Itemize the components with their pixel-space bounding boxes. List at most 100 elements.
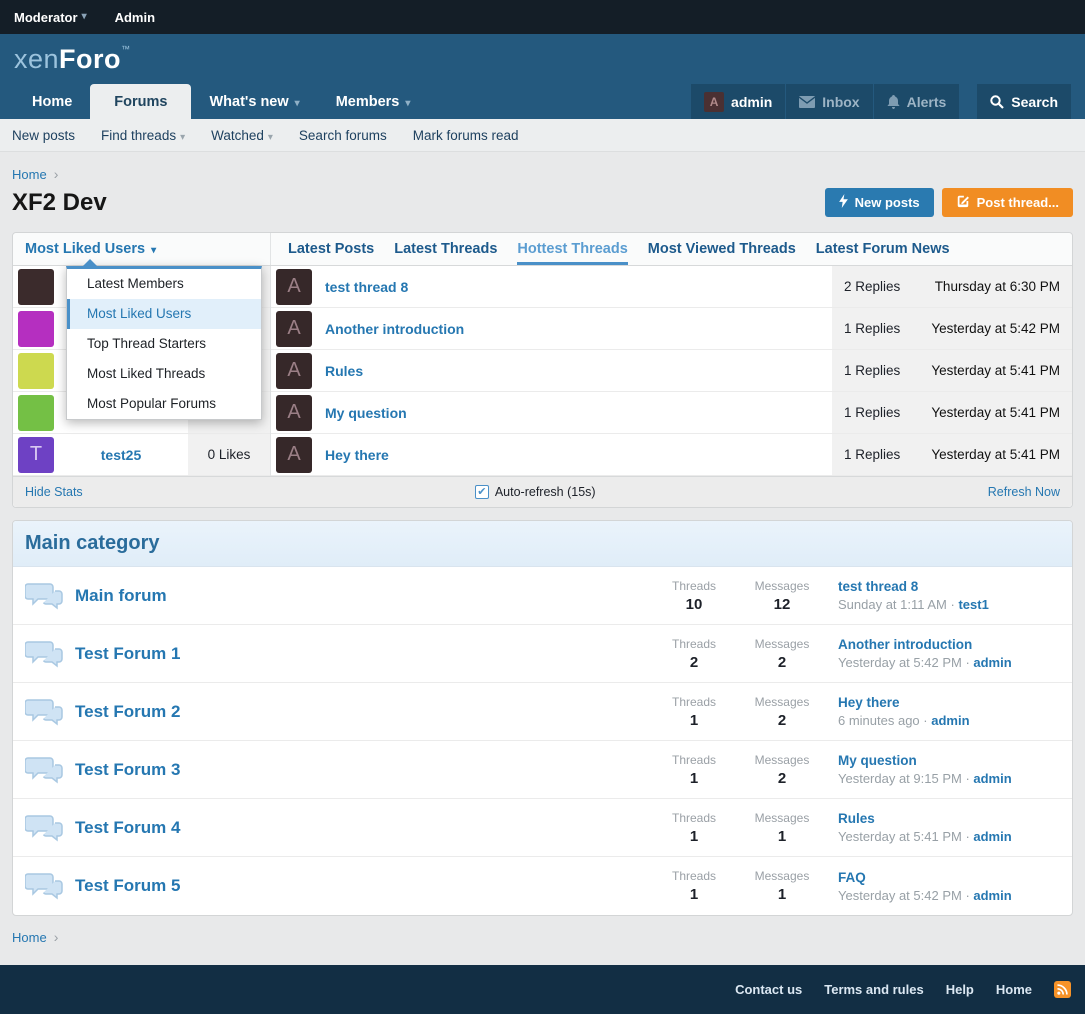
menu-item-latest-members[interactable]: Latest Members (67, 269, 261, 299)
forum-bubbles-icon (25, 581, 65, 611)
breadcrumb-home-link[interactable]: Home (12, 930, 47, 945)
forum-bubbles-icon (25, 639, 65, 669)
menu-item-most-popular-forums[interactable]: Most Popular Forums (67, 389, 261, 419)
threads-label: Threads (671, 694, 717, 709)
forums-subnav: New posts Find threads Watched Search fo… (0, 119, 1085, 152)
tab-most-viewed-threads[interactable]: Most Viewed Threads (648, 233, 796, 265)
last-post-title[interactable]: My question (838, 753, 1060, 768)
last-post-user[interactable]: test1 (958, 597, 988, 612)
last-post-user[interactable]: admin (973, 655, 1011, 670)
member-avatar[interactable] (18, 352, 54, 389)
inbox-menu[interactable]: Inbox (786, 84, 873, 119)
member-username[interactable]: test25 (54, 447, 188, 463)
member-avatar[interactable] (18, 268, 54, 305)
tab-hottest-threads-label: Hottest Threads (517, 241, 628, 257)
subnav-mark-forums-read-label: Mark forums read (412, 127, 519, 143)
forum-link[interactable]: Test Forum 3 (75, 760, 180, 780)
post-thread-button[interactable]: Post thread... (941, 188, 1073, 217)
subnav-search-forums[interactable]: Search forums (299, 128, 387, 143)
admin-link[interactable]: Admin (115, 10, 155, 25)
last-post-title[interactable]: test thread 8 (838, 579, 1060, 594)
last-post-title[interactable]: Another introduction (838, 637, 1060, 652)
thread-row: A Hey there 1 Replies Yesterday at 5:41 P… (271, 434, 1072, 476)
breadcrumb-bottom: Home (12, 929, 1073, 945)
thread-author-avatar[interactable]: A (276, 436, 312, 473)
subnav-new-posts[interactable]: New posts (12, 128, 75, 143)
thread-title[interactable]: test thread 8 (325, 279, 408, 295)
member-avatar[interactable] (18, 310, 54, 347)
new-posts-button[interactable]: New posts (824, 188, 934, 217)
tab-latest-forum-news-label: Latest Forum News (815, 241, 950, 257)
messages-label: Messages (754, 636, 810, 651)
nav-tab-forums[interactable]: Forums (90, 84, 192, 119)
last-post-title[interactable]: Hey there (838, 695, 1060, 710)
nav-tab-home[interactable]: Home (14, 84, 90, 119)
thread-author-avatar[interactable]: A (276, 352, 312, 389)
menu-item-most-liked-users[interactable]: Most Liked Users (67, 299, 261, 329)
thread-replies: 2 Replies (844, 279, 901, 294)
thread-replies: 1 Replies (844, 363, 901, 378)
account-menu[interactable]: A admin (691, 84, 786, 119)
last-post-user[interactable]: admin (931, 713, 969, 728)
breadcrumb-home-link[interactable]: Home (12, 167, 47, 182)
forum-link[interactable]: Test Forum 4 (75, 818, 180, 838)
member-avatar[interactable]: T (18, 436, 54, 473)
last-post-user[interactable]: admin (973, 771, 1011, 786)
nav-tab-whats-new[interactable]: What's new (191, 84, 317, 119)
thread-row: A Rules 1 Replies Yesterday at 5:41 PM (271, 350, 1072, 392)
tab-latest-posts[interactable]: Latest Posts (288, 233, 374, 265)
last-post-time: Sunday at 1:11 AM (838, 597, 958, 612)
search-button[interactable]: Search (977, 84, 1071, 119)
tab-latest-forum-news[interactable]: Latest Forum News (816, 233, 950, 265)
chevron-down-icon (268, 128, 273, 143)
last-post-user[interactable]: admin (973, 888, 1011, 903)
thread-title[interactable]: Another introduction (325, 321, 464, 337)
member-avatar[interactable] (18, 394, 54, 431)
hide-stats-link[interactable]: Hide Stats (25, 485, 83, 499)
moderator-menu[interactable]: Moderator (14, 10, 87, 25)
footer-home[interactable]: Home (996, 982, 1032, 997)
thread-replies: 1 Replies (844, 405, 901, 420)
footer-help[interactable]: Help (946, 982, 974, 997)
thread-author-avatar[interactable]: A (276, 394, 312, 431)
chevron-right-icon (54, 166, 59, 182)
thread-title[interactable]: Hey there (325, 447, 389, 463)
forum-link[interactable]: Test Forum 1 (75, 644, 180, 664)
subnav-watched[interactable]: Watched (211, 128, 273, 143)
thread-title[interactable]: My question (325, 405, 407, 421)
thread-title[interactable]: Rules (325, 363, 363, 379)
subnav-mark-forums-read[interactable]: Mark forums read (413, 128, 519, 143)
alerts-menu[interactable]: Alerts (873, 84, 960, 119)
category-title[interactable]: Main category (13, 521, 1072, 567)
last-post-title[interactable]: Rules (838, 811, 1060, 826)
messages-label: Messages (754, 578, 810, 593)
tab-hottest-threads[interactable]: Hottest Threads (517, 233, 628, 265)
tab-latest-threads-label: Latest Threads (394, 241, 498, 257)
auto-refresh-checkbox[interactable] (474, 485, 489, 499)
forum-link[interactable]: Test Forum 2 (75, 702, 180, 722)
breadcrumb: Home (12, 166, 1073, 182)
forum-link[interactable]: Test Forum 5 (75, 876, 180, 896)
thread-author-avatar[interactable]: A (276, 310, 312, 347)
footer-terms-and-rules[interactable]: Terms and rules (824, 982, 923, 997)
menu-item-top-thread-starters[interactable]: Top Thread Starters (67, 329, 261, 359)
thread-author-avatar[interactable]: A (276, 268, 312, 305)
subnav-find-threads-label: Find threads (101, 127, 177, 143)
threads-count: 1 (689, 886, 699, 903)
thread-row: A Another introduction 1 Replies Yesterda… (271, 308, 1072, 350)
forum-row: Test Forum 4 Threads 1 Messages 1 Rules Ye… (13, 799, 1072, 857)
alerts-menu-label: Alerts (906, 93, 947, 110)
forum-link[interactable]: Main forum (75, 586, 167, 606)
xenforo-logo[interactable]: xenForo™ (14, 44, 131, 75)
threads-count: 1 (689, 769, 699, 787)
tab-latest-threads[interactable]: Latest Threads (394, 233, 497, 265)
refresh-now-link[interactable]: Refresh Now (988, 485, 1060, 499)
subnav-find-threads[interactable]: Find threads (101, 128, 185, 143)
menu-item-most-liked-threads[interactable]: Most Liked Threads (67, 359, 261, 389)
footer-contact-us[interactable]: Contact us (735, 982, 802, 997)
last-post-title[interactable]: FAQ (838, 870, 1060, 885)
last-post-user[interactable]: admin (973, 829, 1011, 844)
stats-type-selector[interactable]: Most Liked Users (13, 233, 271, 265)
rss-icon[interactable] (1054, 981, 1071, 998)
nav-tab-members[interactable]: Members (318, 84, 429, 119)
